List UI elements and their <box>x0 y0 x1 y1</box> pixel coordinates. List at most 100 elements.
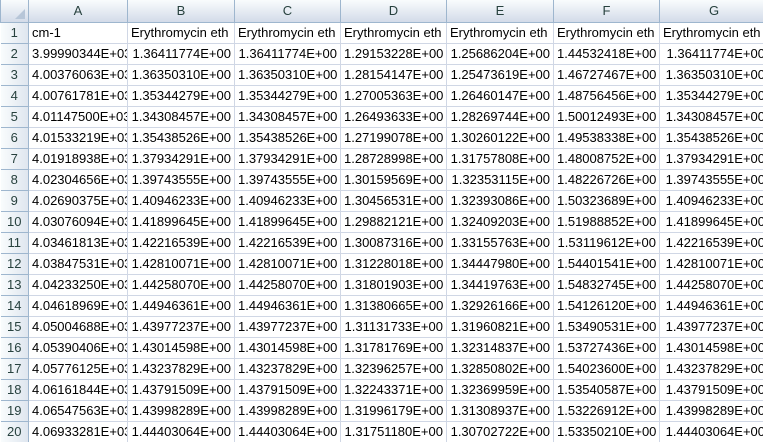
cell-c16[interactable]: 1.43014598E+00 <box>234 336 341 359</box>
cell-g6[interactable]: 1.35438526E+00 <box>659 126 763 149</box>
cell-f2[interactable]: 1.44532418E+00 <box>553 42 660 65</box>
cell-f19[interactable]: 1.53226912E+00 <box>553 399 660 422</box>
cell-e4[interactable]: 1.26460147E+00 <box>446 84 554 107</box>
cell-a16[interactable]: 4.05390406E+03 <box>28 336 128 359</box>
column-header-a[interactable]: A <box>28 0 128 23</box>
cell-f4[interactable]: 1.48756456E+00 <box>553 84 660 107</box>
cell-b9[interactable]: 1.40946233E+00 <box>127 189 235 212</box>
row-header[interactable]: 14 <box>0 294 29 317</box>
cell-d4[interactable]: 1.27005363E+00 <box>340 84 447 107</box>
cell-c6[interactable]: 1.35438526E+00 <box>234 126 341 149</box>
cell-d12[interactable]: 1.31228018E+00 <box>340 252 447 275</box>
cell-c19[interactable]: 1.43998289E+00 <box>234 399 341 422</box>
cell-a13[interactable]: 4.04233250E+03 <box>28 273 128 296</box>
cell-g16[interactable]: 1.43014598E+00 <box>659 336 763 359</box>
cell-d10[interactable]: 1.29882121E+00 <box>340 210 447 233</box>
cell-g20[interactable]: 1.44403064E+00 <box>659 420 763 442</box>
cell-d5[interactable]: 1.26493633E+00 <box>340 105 447 128</box>
cell-g8[interactable]: 1.39743555E+00 <box>659 168 763 191</box>
cell-g18[interactable]: 1.43791509E+00 <box>659 378 763 401</box>
cell-b2[interactable]: 1.36411774E+00 <box>127 42 235 65</box>
cell-b19[interactable]: 1.43998289E+00 <box>127 399 235 422</box>
cell-d3[interactable]: 1.28154147E+00 <box>340 63 447 86</box>
cell-c14[interactable]: 1.44946361E+00 <box>234 294 341 317</box>
cell-c20[interactable]: 1.44403064E+00 <box>234 420 341 442</box>
cell-g10[interactable]: 1.41899645E+00 <box>659 210 763 233</box>
cell-e17[interactable]: 1.32850802E+00 <box>446 357 554 380</box>
cell-a3[interactable]: 4.00376063E+03 <box>28 63 128 86</box>
column-header-g[interactable]: G <box>659 0 763 23</box>
cell-e2[interactable]: 1.25686204E+00 <box>446 42 554 65</box>
cell-b18[interactable]: 1.43791509E+00 <box>127 378 235 401</box>
select-all-corner[interactable] <box>0 0 29 23</box>
cell-b7[interactable]: 1.37934291E+00 <box>127 147 235 170</box>
row-header[interactable]: 6 <box>0 126 29 149</box>
column-header-f[interactable]: F <box>553 0 660 23</box>
cell-d16[interactable]: 1.31781769E+00 <box>340 336 447 359</box>
cell-c11[interactable]: 1.42216539E+00 <box>234 231 341 254</box>
row-header[interactable]: 3 <box>0 63 29 86</box>
cell-b20[interactable]: 1.44403064E+00 <box>127 420 235 442</box>
cell-f7[interactable]: 1.48008752E+00 <box>553 147 660 170</box>
cell-c5[interactable]: 1.34308457E+00 <box>234 105 341 128</box>
cell-d2[interactable]: 1.29153228E+00 <box>340 42 447 65</box>
cell-a9[interactable]: 4.02690375E+03 <box>28 189 128 212</box>
cell-g4[interactable]: 1.35344279E+00 <box>659 84 763 107</box>
cell-g7[interactable]: 1.37934291E+00 <box>659 147 763 170</box>
row-header[interactable]: 5 <box>0 105 29 128</box>
row-header[interactable]: 12 <box>0 252 29 275</box>
row-header[interactable]: 17 <box>0 357 29 380</box>
cell-g2[interactable]: 1.36411774E+00 <box>659 42 763 65</box>
cell-f20[interactable]: 1.53350210E+00 <box>553 420 660 442</box>
cell-f3[interactable]: 1.46727467E+00 <box>553 63 660 86</box>
cell-f9[interactable]: 1.50323689E+00 <box>553 189 660 212</box>
cell-b6[interactable]: 1.35438526E+00 <box>127 126 235 149</box>
cell-g9[interactable]: 1.40946233E+00 <box>659 189 763 212</box>
cell-b13[interactable]: 1.44258070E+00 <box>127 273 235 296</box>
cell-d6[interactable]: 1.27199078E+00 <box>340 126 447 149</box>
cell-b15[interactable]: 1.43977237E+00 <box>127 315 235 338</box>
cell-d11[interactable]: 1.30087316E+00 <box>340 231 447 254</box>
cell-f17[interactable]: 1.54023600E+00 <box>553 357 660 380</box>
cell-f6[interactable]: 1.49538338E+00 <box>553 126 660 149</box>
cell-a18[interactable]: 4.06161844E+03 <box>28 378 128 401</box>
cell-e1[interactable]: Erythromycin eth <box>446 21 554 44</box>
cell-e7[interactable]: 1.31757808E+00 <box>446 147 554 170</box>
cell-d1[interactable]: Erythromycin eth <box>340 21 447 44</box>
cell-c13[interactable]: 1.44258070E+00 <box>234 273 341 296</box>
cell-g12[interactable]: 1.42810071E+00 <box>659 252 763 275</box>
cell-b14[interactable]: 1.44946361E+00 <box>127 294 235 317</box>
cell-f10[interactable]: 1.51988852E+00 <box>553 210 660 233</box>
cell-e18[interactable]: 1.32369959E+00 <box>446 378 554 401</box>
cell-d17[interactable]: 1.32396257E+00 <box>340 357 447 380</box>
cell-g15[interactable]: 1.43977237E+00 <box>659 315 763 338</box>
cell-f5[interactable]: 1.50012493E+00 <box>553 105 660 128</box>
cell-a4[interactable]: 4.00761781E+03 <box>28 84 128 107</box>
column-header-b[interactable]: B <box>127 0 235 23</box>
row-header[interactable]: 18 <box>0 378 29 401</box>
cell-c4[interactable]: 1.35344279E+00 <box>234 84 341 107</box>
cell-e8[interactable]: 1.32353115E+00 <box>446 168 554 191</box>
cell-d19[interactable]: 1.31996179E+00 <box>340 399 447 422</box>
cell-g11[interactable]: 1.42216539E+00 <box>659 231 763 254</box>
cell-a15[interactable]: 4.05004688E+03 <box>28 315 128 338</box>
cell-c2[interactable]: 1.36411774E+00 <box>234 42 341 65</box>
cell-d9[interactable]: 1.30456531E+00 <box>340 189 447 212</box>
cell-f13[interactable]: 1.54832745E+00 <box>553 273 660 296</box>
row-header[interactable]: 4 <box>0 84 29 107</box>
cell-e14[interactable]: 1.32926166E+00 <box>446 294 554 317</box>
cell-e11[interactable]: 1.33155763E+00 <box>446 231 554 254</box>
row-header[interactable]: 16 <box>0 336 29 359</box>
cell-b11[interactable]: 1.42216539E+00 <box>127 231 235 254</box>
cell-g19[interactable]: 1.43998289E+00 <box>659 399 763 422</box>
cell-a17[interactable]: 4.05776125E+03 <box>28 357 128 380</box>
cell-c9[interactable]: 1.40946233E+00 <box>234 189 341 212</box>
cell-b8[interactable]: 1.39743555E+00 <box>127 168 235 191</box>
cell-d7[interactable]: 1.28728998E+00 <box>340 147 447 170</box>
cell-g3[interactable]: 1.36350310E+00 <box>659 63 763 86</box>
cell-e16[interactable]: 1.32314837E+00 <box>446 336 554 359</box>
cell-g13[interactable]: 1.44258070E+00 <box>659 273 763 296</box>
cell-e13[interactable]: 1.34419763E+00 <box>446 273 554 296</box>
cell-f12[interactable]: 1.54401541E+00 <box>553 252 660 275</box>
cell-f11[interactable]: 1.53119612E+00 <box>553 231 660 254</box>
